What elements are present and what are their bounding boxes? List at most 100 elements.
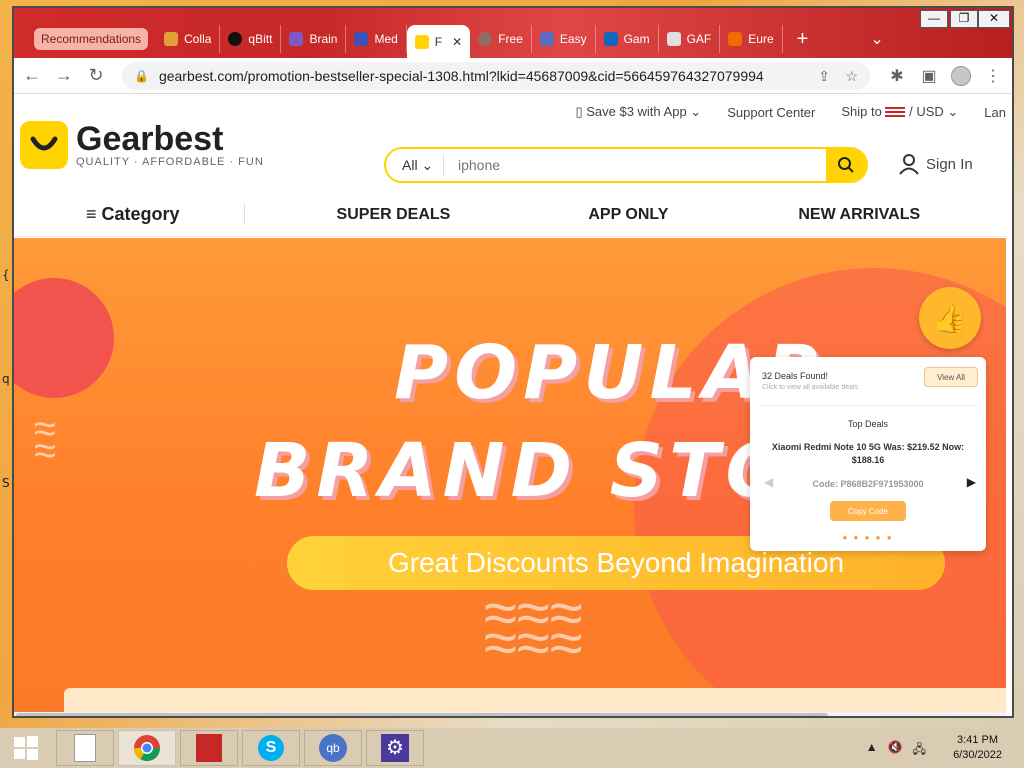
search-icon [838, 157, 854, 173]
acrobat-taskbar-icon[interactable] [180, 730, 238, 766]
tab-easy[interactable]: Easy [532, 25, 596, 53]
tab-favicon-icon [164, 32, 179, 46]
horizontal-scrollbar[interactable] [14, 712, 1006, 716]
maximize-button[interactable]: ❐ [950, 10, 978, 28]
app-promo-label: Save $3 with App [586, 104, 687, 119]
tab-label: qBitt [248, 32, 273, 46]
wave-decor-icon: ≈≈≈ ≈≈≈ [484, 579, 583, 676]
reload-icon[interactable]: ↻ [82, 62, 110, 90]
tab-med[interactable]: Med [346, 25, 407, 53]
recommendations-chip[interactable]: Recommendations [34, 28, 149, 50]
next-deal-icon[interactable]: ▶ [967, 475, 976, 489]
clock-time: 3:41 PM [957, 734, 999, 746]
category-menu[interactable]: ≡ Category [86, 204, 245, 225]
ship-to-selector[interactable]: Ship to / USD ⌄ [841, 104, 958, 120]
browser-menu-icon[interactable]: ⋮ [980, 62, 1006, 90]
thumbs-up-icon: 👍 [932, 302, 968, 334]
main-navigation: ≡ Category SUPER DEALS APP ONLY NEW ARRI… [14, 193, 1006, 237]
deal-product-text: Xiaomi Redmi Note 10 5G Was: $219.52 Now… [771, 442, 965, 465]
back-icon[interactable]: ← [18, 62, 46, 90]
search-input[interactable] [444, 157, 826, 173]
tab-qbittorrent[interactable]: qBitt [220, 25, 282, 53]
extensions-icon[interactable]: ✱ [884, 62, 910, 90]
gearbest-logo-icon [20, 121, 68, 169]
side-panel-icon[interactable]: ▣ [916, 62, 942, 90]
tab-favicon-icon [728, 32, 743, 46]
network-icon[interactable]: 🖧 [913, 740, 926, 761]
skype-taskbar-icon[interactable]: S [242, 730, 300, 766]
tab-label: Gam [623, 32, 650, 46]
tab-free[interactable]: Free [470, 25, 532, 53]
tab-favicon-icon [354, 32, 369, 46]
gearbest-favicon-icon [414, 35, 429, 49]
banner-decor-circle [14, 278, 114, 398]
web-page: ▯ Save $3 with App ⌄ Support Center Ship… [14, 95, 1006, 716]
share-icon[interactable]: ⇪ [818, 68, 830, 85]
tab-favicon-icon [539, 32, 554, 46]
lock-icon: 🔒 [134, 69, 149, 83]
tab-favicon-icon [666, 32, 681, 46]
gearbest-logo[interactable]: Gearbest QUALITY · AFFORDABLE · FUN [20, 121, 264, 169]
close-tab-icon[interactable]: ✕ [452, 35, 462, 49]
sign-in-link[interactable]: Sign In [898, 153, 973, 175]
view-all-button[interactable]: View All [924, 367, 978, 387]
volume-muted-icon[interactable]: 🔇 [888, 740, 903, 761]
file-explorer-taskbar-icon[interactable] [56, 730, 114, 766]
system-clock[interactable]: 3:41 PM 6/30/2022 [953, 733, 1002, 763]
bookmark-star-icon[interactable]: ☆ [845, 68, 858, 85]
tab-gearbest-active[interactable]: F ✕ [406, 25, 471, 59]
top-deals-heading: Top Deals [847, 419, 889, 429]
close-window-button[interactable]: ✕ [978, 10, 1010, 28]
logo-name: Gearbest [76, 120, 224, 158]
tab-list: Recommendations Colla qBitt Brain Med F ✕… [14, 22, 884, 59]
url-text[interactable]: gearbest.com/promotion-bestseller-specia… [159, 68, 764, 84]
tab-favicon-icon [228, 32, 243, 46]
wave-decor-icon: ≈ ≈ [34, 407, 56, 473]
copy-code-button[interactable]: Copy Code [830, 501, 906, 521]
tab-brain[interactable]: Brain [281, 25, 347, 53]
nav-app-only[interactable]: APP ONLY [588, 206, 668, 224]
windows-logo-icon [14, 736, 38, 760]
tab-label: Med [374, 32, 398, 46]
minimize-button[interactable]: — [920, 10, 948, 28]
forward-icon[interactable]: → [50, 62, 78, 90]
scrollbar-thumb[interactable] [16, 713, 828, 716]
address-bar[interactable]: 🔒 gearbest.com/promotion-bestseller-spec… [122, 62, 870, 90]
clock-date: 6/30/2022 [953, 749, 1002, 761]
nav-new-arrivals[interactable]: NEW ARRIVALS [798, 206, 920, 224]
language-selector[interactable]: Lan [984, 105, 1006, 120]
search-button[interactable] [826, 149, 866, 181]
new-tab-button[interactable]: + [797, 28, 809, 51]
system-tray: ▲ 🔇 🖧 [866, 740, 926, 761]
desktop-icon-label: S [2, 476, 10, 490]
show-hidden-icons-icon[interactable]: ▲ [866, 740, 878, 761]
tab-gaf[interactable]: GAF [659, 25, 721, 53]
chrome-taskbar-icon[interactable] [118, 730, 176, 766]
tab-favicon-icon [478, 32, 493, 46]
tab-label: Brain [309, 32, 338, 46]
tab-label: Colla [184, 32, 212, 46]
deals-thumbs-up-button[interactable]: 👍 [919, 287, 981, 349]
category-label: Category [101, 204, 180, 224]
start-button[interactable] [0, 730, 52, 766]
toolbar-actions: ✱ ▣ ⋮ [884, 62, 1006, 90]
ship-to-label: Ship to [841, 104, 882, 119]
sign-in-label: Sign In [926, 155, 973, 173]
tab-label: Easy [559, 32, 587, 46]
banner-title-line2: BRAND STO [254, 428, 795, 514]
windows-taskbar: S qb ⚙ ▲ 🔇 🖧 3:41 PM 6/30/2022 [0, 728, 1024, 768]
logo-tagline: QUALITY · AFFORDABLE · FUN [76, 156, 264, 168]
profile-avatar-icon[interactable] [948, 62, 974, 90]
carousel-dots: ● ● ● ● ● [842, 533, 894, 542]
deal-code: Code: P868B2F971953000 [812, 479, 924, 489]
qbittorrent-taskbar-icon[interactable]: qb [304, 730, 362, 766]
tab-search-chevron-icon[interactable]: ⌄ [870, 29, 883, 49]
support-center-link[interactable]: Support Center [727, 105, 815, 120]
tab-eure[interactable]: Eure [720, 25, 783, 53]
tab-gam[interactable]: Gam [596, 25, 659, 53]
settings-taskbar-icon[interactable]: ⚙ [366, 730, 424, 766]
tab-colla[interactable]: Colla [156, 25, 221, 53]
nav-super-deals[interactable]: SUPER DEALS [337, 206, 451, 224]
app-promo-link[interactable]: ▯ Save $3 with App ⌄ [575, 104, 701, 120]
search-category-dropdown[interactable]: All ⌄ [386, 155, 444, 175]
